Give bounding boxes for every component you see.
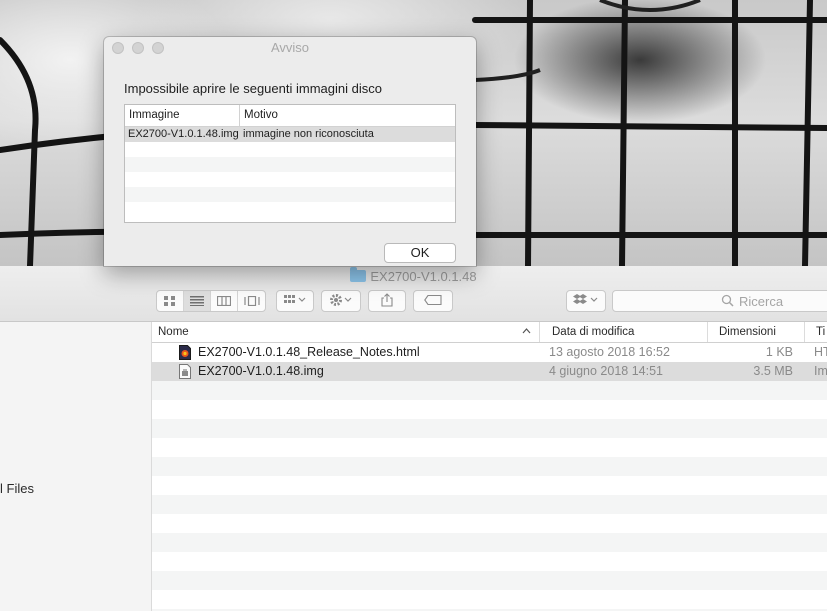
minimize-window-button[interactable] xyxy=(132,42,144,54)
file-type: Im xyxy=(814,364,827,378)
empty-row xyxy=(125,187,455,202)
column-date[interactable]: Data di modifica xyxy=(539,322,707,342)
view-switcher xyxy=(156,290,266,312)
window-title: EX2700-V1.0.1.48 xyxy=(0,267,827,284)
empty-row xyxy=(152,533,827,552)
file-date: 4 giugno 2018 14:51 xyxy=(549,364,663,378)
search-icon xyxy=(721,294,734,310)
search-placeholder: Ricerca xyxy=(739,294,784,309)
file-size: 3.5 MB xyxy=(753,364,793,378)
column-type-label: Ti xyxy=(816,326,826,338)
table-header: Immagine Motivo xyxy=(125,105,455,127)
empty-row xyxy=(152,571,827,590)
file-row[interactable]: EX2700-V1.0.1.48_Release_Notes.html 13 a… xyxy=(152,343,827,362)
column-size[interactable]: Dimensioni xyxy=(707,322,804,342)
arrange-icon xyxy=(284,294,306,308)
file-size: 1 KB xyxy=(765,345,793,359)
tags-button[interactable] xyxy=(413,290,453,312)
file-list: Nome Data di modifica Dimensioni Ti EX27… xyxy=(152,322,827,611)
empty-row xyxy=(152,457,827,476)
finder-window: EX2700-V1.0.1.48 Ricerca l Files Nome Da… xyxy=(0,266,827,611)
column-reason[interactable]: Motivo xyxy=(240,105,455,126)
zoom-window-button[interactable] xyxy=(152,42,164,54)
row-image: EX2700-V1.0.1.48.img xyxy=(128,128,239,140)
column-name-label: Nome xyxy=(158,326,189,338)
column-date-label: Data di modifica xyxy=(552,326,635,338)
file-date: 13 agosto 2018 16:52 xyxy=(549,345,670,359)
alert-dialog: Avviso Impossibile aprire le seguenti im… xyxy=(104,37,476,266)
window-title-text: EX2700-V1.0.1.48 xyxy=(370,269,477,284)
empty-row xyxy=(152,381,827,400)
column-type[interactable]: Ti xyxy=(804,322,827,342)
folder-icon xyxy=(350,267,367,282)
share-button[interactable] xyxy=(368,290,406,312)
sidebar-item-files[interactable]: l Files xyxy=(0,481,34,496)
close-window-button[interactable] xyxy=(112,42,124,54)
column-name[interactable]: Nome xyxy=(152,322,539,342)
empty-row xyxy=(125,157,455,172)
dropbox-icon xyxy=(573,293,599,309)
coverflow-icon[interactable] xyxy=(238,291,265,311)
columns-icon[interactable] xyxy=(211,291,238,311)
empty-row xyxy=(152,419,827,438)
dropbox-button[interactable] xyxy=(566,290,606,312)
list-icon[interactable] xyxy=(184,291,211,311)
alert-message: Impossibile aprire le seguenti immagini … xyxy=(124,81,382,96)
file-type: HT xyxy=(814,345,827,359)
ok-button[interactable]: OK xyxy=(384,243,456,263)
sidebar: l Files xyxy=(0,322,152,611)
finder-toolbar: EX2700-V1.0.1.48 Ricerca xyxy=(0,266,827,322)
failed-images-table: Immagine Motivo EX2700-V1.0.1.48.img imm… xyxy=(124,104,456,223)
arrange-button[interactable] xyxy=(276,290,314,312)
row-reason: immagine non riconosciuta xyxy=(243,128,374,140)
gear-icon xyxy=(329,293,353,310)
file-name: EX2700-V1.0.1.48.img xyxy=(198,364,324,378)
column-size-label: Dimensioni xyxy=(719,326,776,338)
empty-row xyxy=(125,202,455,217)
empty-row xyxy=(125,172,455,187)
share-icon xyxy=(381,292,393,310)
tag-icon xyxy=(424,294,442,308)
search-field[interactable]: Ricerca xyxy=(612,290,827,312)
disk-image-file-icon xyxy=(179,364,191,385)
grid-icon[interactable] xyxy=(157,291,184,311)
empty-row xyxy=(152,495,827,514)
sort-ascending-icon xyxy=(522,322,531,342)
column-image[interactable]: Immagine xyxy=(125,105,240,126)
column-header: Nome Data di modifica Dimensioni Ti xyxy=(152,322,827,343)
empty-row xyxy=(125,142,455,157)
file-row[interactable]: EX2700-V1.0.1.48.img 4 giugno 2018 14:51… xyxy=(152,362,827,381)
file-name: EX2700-V1.0.1.48_Release_Notes.html xyxy=(198,345,420,359)
table-row[interactable]: EX2700-V1.0.1.48.img immagine non ricono… xyxy=(125,127,455,142)
action-button[interactable] xyxy=(321,290,361,312)
